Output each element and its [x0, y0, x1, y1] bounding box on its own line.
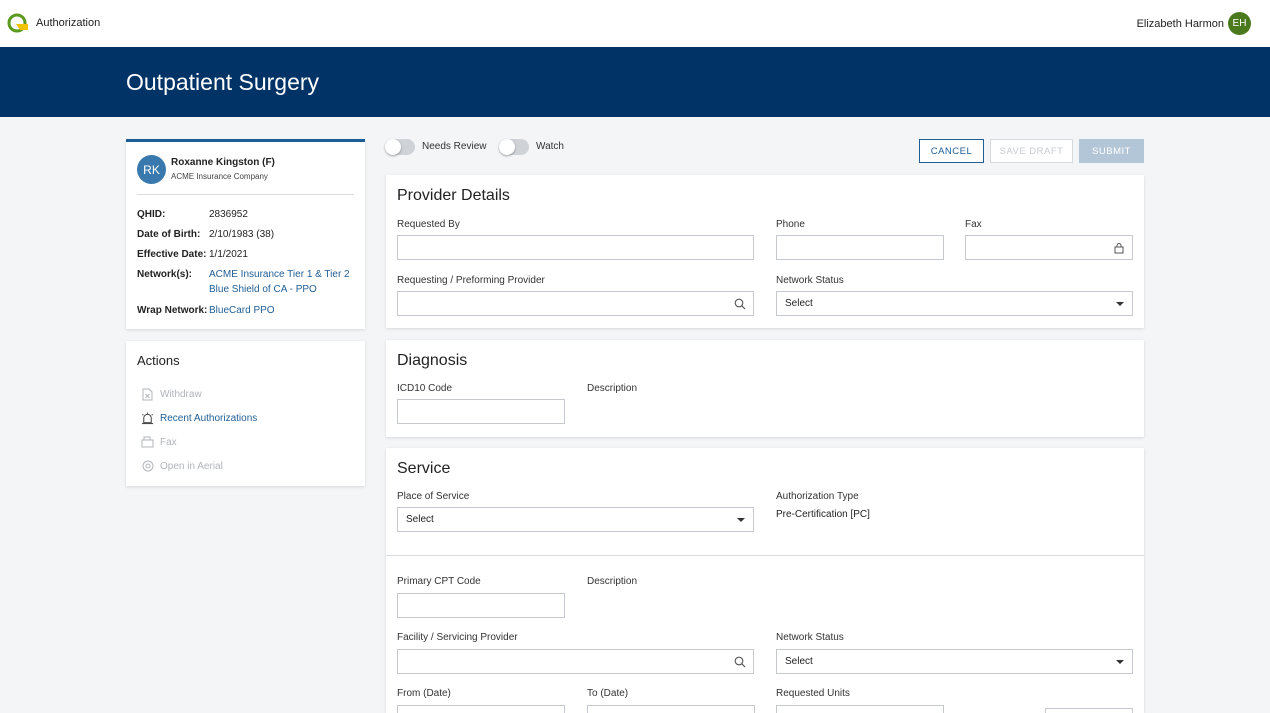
save-draft-button[interactable]: SAVE DRAFT: [990, 139, 1073, 163]
fax-action: Fax: [141, 435, 177, 449]
wrap-network-link[interactable]: BlueCard PPO: [209, 305, 275, 316]
submit-button[interactable]: SUBMIT: [1079, 139, 1144, 163]
aerial-icon: [141, 460, 154, 473]
qhid-value: 2836952: [209, 209, 248, 220]
search-icon: [734, 298, 746, 310]
withdraw-action: Withdraw: [141, 387, 202, 401]
effective-date-value: 1/1/2021: [209, 249, 248, 260]
provider-details-section: Provider Details Requested By Phone Fax …: [386, 175, 1144, 328]
cancel-button[interactable]: CANCEL: [919, 139, 984, 163]
phone-label: Phone: [776, 219, 805, 230]
requesting-provider-input[interactable]: [397, 291, 754, 316]
member-company: ACME Insurance Company: [171, 172, 268, 181]
service-title: Service: [397, 460, 451, 477]
network-status-label: Network Status: [776, 275, 844, 286]
primary-cpt-input[interactable]: [397, 593, 565, 618]
needs-review-toggle[interactable]: Needs Review: [385, 138, 486, 155]
dob-label: Date of Birth:: [137, 229, 201, 240]
diagnosis-title: Diagnosis: [397, 352, 468, 369]
requesting-provider-label: Requesting / Preforming Provider: [397, 275, 545, 286]
requested-by-label: Requested By: [397, 219, 460, 230]
member-avatar: RK: [137, 155, 166, 184]
chevron-down-icon: [1116, 302, 1124, 306]
place-of-service-select[interactable]: Select: [397, 507, 754, 532]
user-avatar[interactable]: EH: [1228, 12, 1251, 35]
recent-authorizations-action[interactable]: Recent Authorizations: [141, 411, 257, 425]
service-section: Service Place of Service Select Authoriz…: [386, 448, 1144, 713]
needs-review-switch[interactable]: [385, 138, 415, 155]
withdraw-label: Withdraw: [160, 388, 202, 400]
to-date-input[interactable]: [587, 705, 755, 713]
chevron-down-icon: [737, 518, 745, 522]
member-name: Roxanne Kingston (F): [171, 157, 275, 168]
icd10-input[interactable]: [397, 399, 565, 424]
actions-title: Actions: [137, 353, 180, 368]
watch-switch[interactable]: [499, 138, 529, 155]
fax-input[interactable]: [965, 235, 1133, 260]
facility-provider-label: Facility / Servicing Provider: [397, 632, 518, 643]
network-status-select[interactable]: Select: [776, 291, 1133, 316]
service-network-status-label: Network Status: [776, 632, 844, 643]
provider-details-title: Provider Details: [397, 187, 510, 204]
network-status-value: Select: [785, 298, 813, 309]
fax-field-label: Fax: [965, 219, 982, 230]
lock-icon: [1114, 243, 1124, 254]
search-icon: [734, 656, 746, 668]
requested-by-input[interactable]: [397, 235, 754, 260]
actions-card: Actions Withdraw Recent Authorizations F…: [126, 341, 365, 486]
network-link[interactable]: ACME Insurance Tier 1 & Tier 2: [209, 269, 350, 280]
place-of-service-value: Select: [406, 514, 434, 525]
from-date-input[interactable]: [397, 705, 565, 713]
qhid-label: QHID:: [137, 209, 166, 220]
service-network-status-select[interactable]: Select: [776, 649, 1133, 674]
open-in-aerial-label: Open in Aerial: [160, 460, 223, 472]
requested-units-input[interactable]: [776, 705, 944, 713]
top-bar: Authorization Elizabeth Harmon EH: [0, 0, 1270, 47]
open-in-aerial-action: Open in Aerial: [141, 459, 223, 473]
effective-date-label: Effective Date:: [137, 249, 207, 260]
authorization-type-label: Authorization Type: [776, 491, 859, 502]
fax-label: Fax: [160, 436, 177, 448]
service-divider: [386, 555, 1144, 556]
authorization-logo-icon: [7, 13, 28, 33]
page-banner: Outpatient Surgery: [0, 47, 1270, 117]
cpt-description-label: Description: [587, 576, 638, 587]
to-date-label: To (Date): [587, 688, 629, 699]
networks-label: Network(s):: [137, 269, 193, 280]
page-title: Outpatient Surgery: [126, 69, 320, 95]
member-divider: [137, 194, 354, 195]
document-x-icon: [141, 388, 154, 401]
primary-cpt-label: Primary CPT Code: [397, 576, 481, 587]
dob-value: 2/10/1983 (38): [209, 229, 275, 240]
user-name[interactable]: Elizabeth Harmon: [1137, 18, 1224, 30]
siren-icon: [141, 411, 154, 425]
diagnosis-section: Diagnosis ICD10 Code Description: [386, 340, 1144, 437]
watch-label: Watch: [536, 141, 564, 152]
phone-input[interactable]: [776, 235, 944, 260]
network-link[interactable]: Blue Shield of CA - PPO: [209, 284, 317, 295]
app-title: Authorization: [36, 17, 101, 29]
diagnosis-description-label: Description: [587, 383, 638, 394]
watch-toggle[interactable]: Watch: [499, 138, 564, 155]
requested-units-label: Requested Units: [776, 688, 850, 699]
place-of-service-label: Place of Service: [397, 491, 470, 502]
wrap-network-label: Wrap Network:: [137, 305, 208, 316]
facility-provider-input[interactable]: [397, 649, 754, 674]
authorization-type-value: Pre-Certification [PC]: [776, 509, 870, 520]
icd10-label: ICD10 Code: [397, 383, 453, 394]
chevron-down-icon: [1116, 660, 1124, 664]
service-network-status-value: Select: [785, 656, 813, 667]
needs-review-label: Needs Review: [422, 141, 487, 152]
recent-authorizations-label: Recent Authorizations: [160, 412, 258, 424]
fax-icon: [141, 436, 154, 449]
member-card: RK Roxanne Kingston (F) ACME Insurance C…: [126, 139, 365, 329]
from-date-label: From (Date): [397, 688, 451, 699]
units-extra-input[interactable]: [1045, 708, 1133, 713]
